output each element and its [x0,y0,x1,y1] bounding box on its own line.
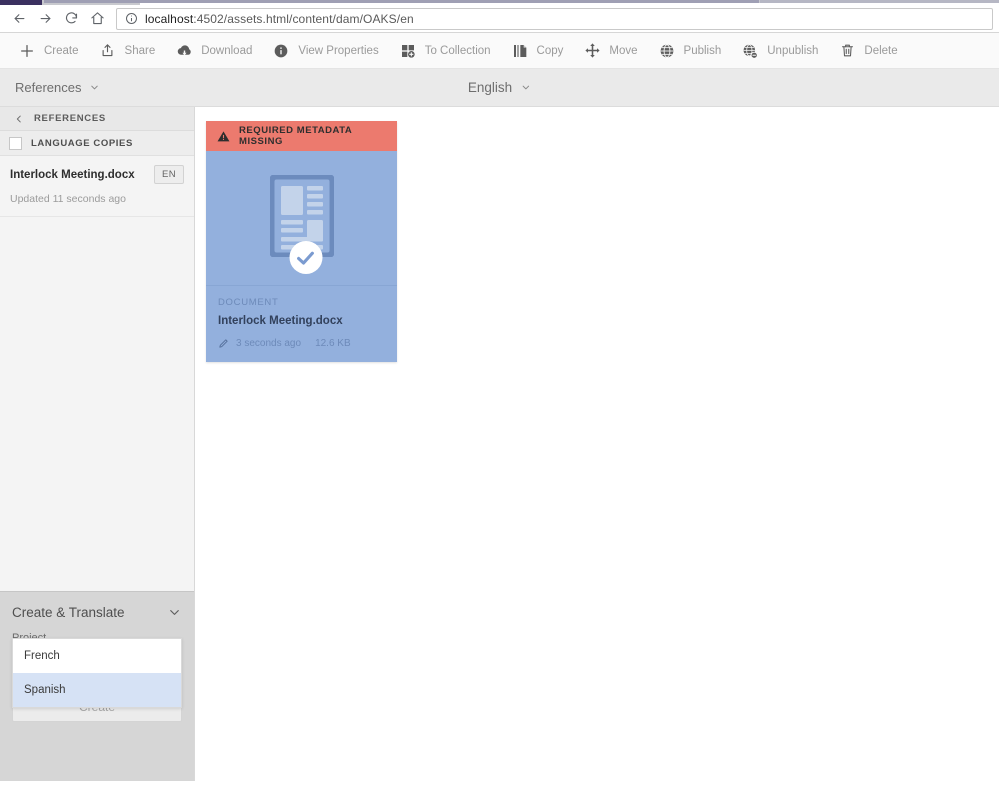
browser-tab-active[interactable] [0,0,42,5]
toolbar-create-button[interactable]: Create [8,33,89,69]
workspace: REFERENCES LANGUAGE COPIES Interlock Mee… [0,107,999,781]
asset-name: Interlock Meeting.docx [218,315,343,327]
toolbar-copy-button[interactable]: Copy [501,33,574,69]
toolbar-to-collection-button[interactable]: To Collection [389,33,501,69]
dropdown-option-spanish[interactable]: Spanish [13,673,181,707]
chevron-down-icon [520,82,531,93]
warning-triangle-icon [217,130,230,143]
browser-url-bar: localhost:4502/assets.html/content/dam/O… [0,5,999,33]
site-info-icon[interactable] [125,12,138,25]
address-input[interactable]: localhost:4502/assets.html/content/dam/O… [116,7,993,30]
toolbar-delete-label: Delete [864,44,898,57]
app-action-toolbar: Create Share Download View Properties To… [0,33,999,69]
language-label: English [467,80,513,95]
create-translate-panel: Create & Translate Project Select Create… [0,591,194,781]
browser-tab-strip[interactable] [0,0,999,5]
rail-header-title: REFERENCES [34,113,106,124]
chevron-down-icon [89,82,100,93]
address-text: localhost:4502/assets.html/content/dam/O… [145,12,414,26]
toolbar-publish-label: Publish [683,44,722,57]
create-translate-title: Create & Translate [12,604,125,620]
check-circle-icon [289,241,322,274]
globe-minus-icon [741,42,759,60]
asset-card[interactable]: REQUIRED METADATA MISSING DOCUMENT Inter… [206,121,397,362]
chevron-left-icon[interactable] [14,114,24,124]
toolbar-share-button[interactable]: Share [89,33,166,69]
copy-icon [511,42,529,60]
toolbar-download-label: Download [201,44,253,57]
address-host: localhost [145,11,194,26]
address-path: :4502/assets.html/content/dam/OAKS/en [193,11,414,26]
chevron-down-icon[interactable] [167,605,182,620]
add-to-grid-icon [399,42,417,60]
rail-empty-space [0,217,194,591]
asset-card-meta: DOCUMENT Interlock Meeting.docx 3 second… [206,286,397,362]
references-rail: REFERENCES LANGUAGE COPIES Interlock Mee… [0,107,195,781]
share-upload-icon [99,42,117,60]
asset-thumbnail [206,151,397,286]
language-copies-section[interactable]: LANGUAGE COPIES [0,131,194,156]
references-bar: References English [0,69,999,107]
language-copies-checkbox[interactable] [9,136,22,150]
references-label: References [15,80,82,95]
project-select-dropdown[interactable]: French Spanish [12,638,182,708]
toolbar-move-label: Move [609,44,638,57]
reference-updated: Updated 11 seconds ago [10,193,126,205]
toolbar-unpublish-label: Unpublish [767,44,819,57]
dropdown-option-french[interactable]: French [13,639,181,673]
list-item[interactable]: Interlock Meeting.docx EN Updated 11 sec… [0,156,194,217]
info-filled-icon [272,42,290,60]
metadata-warning-text: REQUIRED METADATA MISSING [239,125,352,147]
toolbar-move-button[interactable]: Move [573,33,647,69]
asset-modified: 3 seconds ago [236,338,302,349]
language-dropdown[interactable]: English [468,80,531,95]
forward-icon[interactable] [32,6,58,32]
toolbar-publish-button[interactable]: Publish [648,33,732,69]
language-badge: EN [154,165,184,184]
toolbar-to-collection-label: To Collection [424,44,491,57]
toolbar-view-properties-button[interactable]: View Properties [262,33,388,69]
asset-kind: DOCUMENT [218,297,279,308]
pencil-icon [218,338,229,349]
language-copies-label: LANGUAGE COPIES [31,137,133,149]
reference-row: Interlock Meeting.docx EN [10,165,184,184]
toolbar-create-label: Create [44,44,79,57]
rail-header: REFERENCES [0,107,194,131]
cloud-download-icon [175,42,193,60]
asset-grid: REQUIRED METADATA MISSING DOCUMENT Inter… [195,107,999,781]
move-arrows-icon [583,42,601,60]
toolbar-view-properties-label: View Properties [298,44,379,57]
toolbar-delete-button[interactable]: Delete [828,33,907,69]
toolbar-share-label: Share [124,44,156,57]
reload-icon[interactable] [58,6,84,32]
metadata-warning-banner: REQUIRED METADATA MISSING [206,121,397,151]
asset-size: 12.6 KB [315,338,351,349]
home-icon[interactable] [84,6,110,32]
toolbar-copy-label: Copy [536,44,564,57]
globe-icon [658,42,676,60]
plus-icon [18,42,36,60]
trash-icon [838,42,856,60]
back-icon[interactable] [6,6,32,32]
toolbar-unpublish-button[interactable]: Unpublish [731,33,828,69]
reference-filename: Interlock Meeting.docx [10,168,135,181]
browser-tab-underline [140,3,999,5]
asset-card-footer: 3 seconds ago 12.6 KB [218,338,385,349]
references-dropdown[interactable]: References [15,80,100,95]
create-translate-header[interactable]: Create & Translate [12,592,182,632]
toolbar-download-button[interactable]: Download [165,33,262,69]
